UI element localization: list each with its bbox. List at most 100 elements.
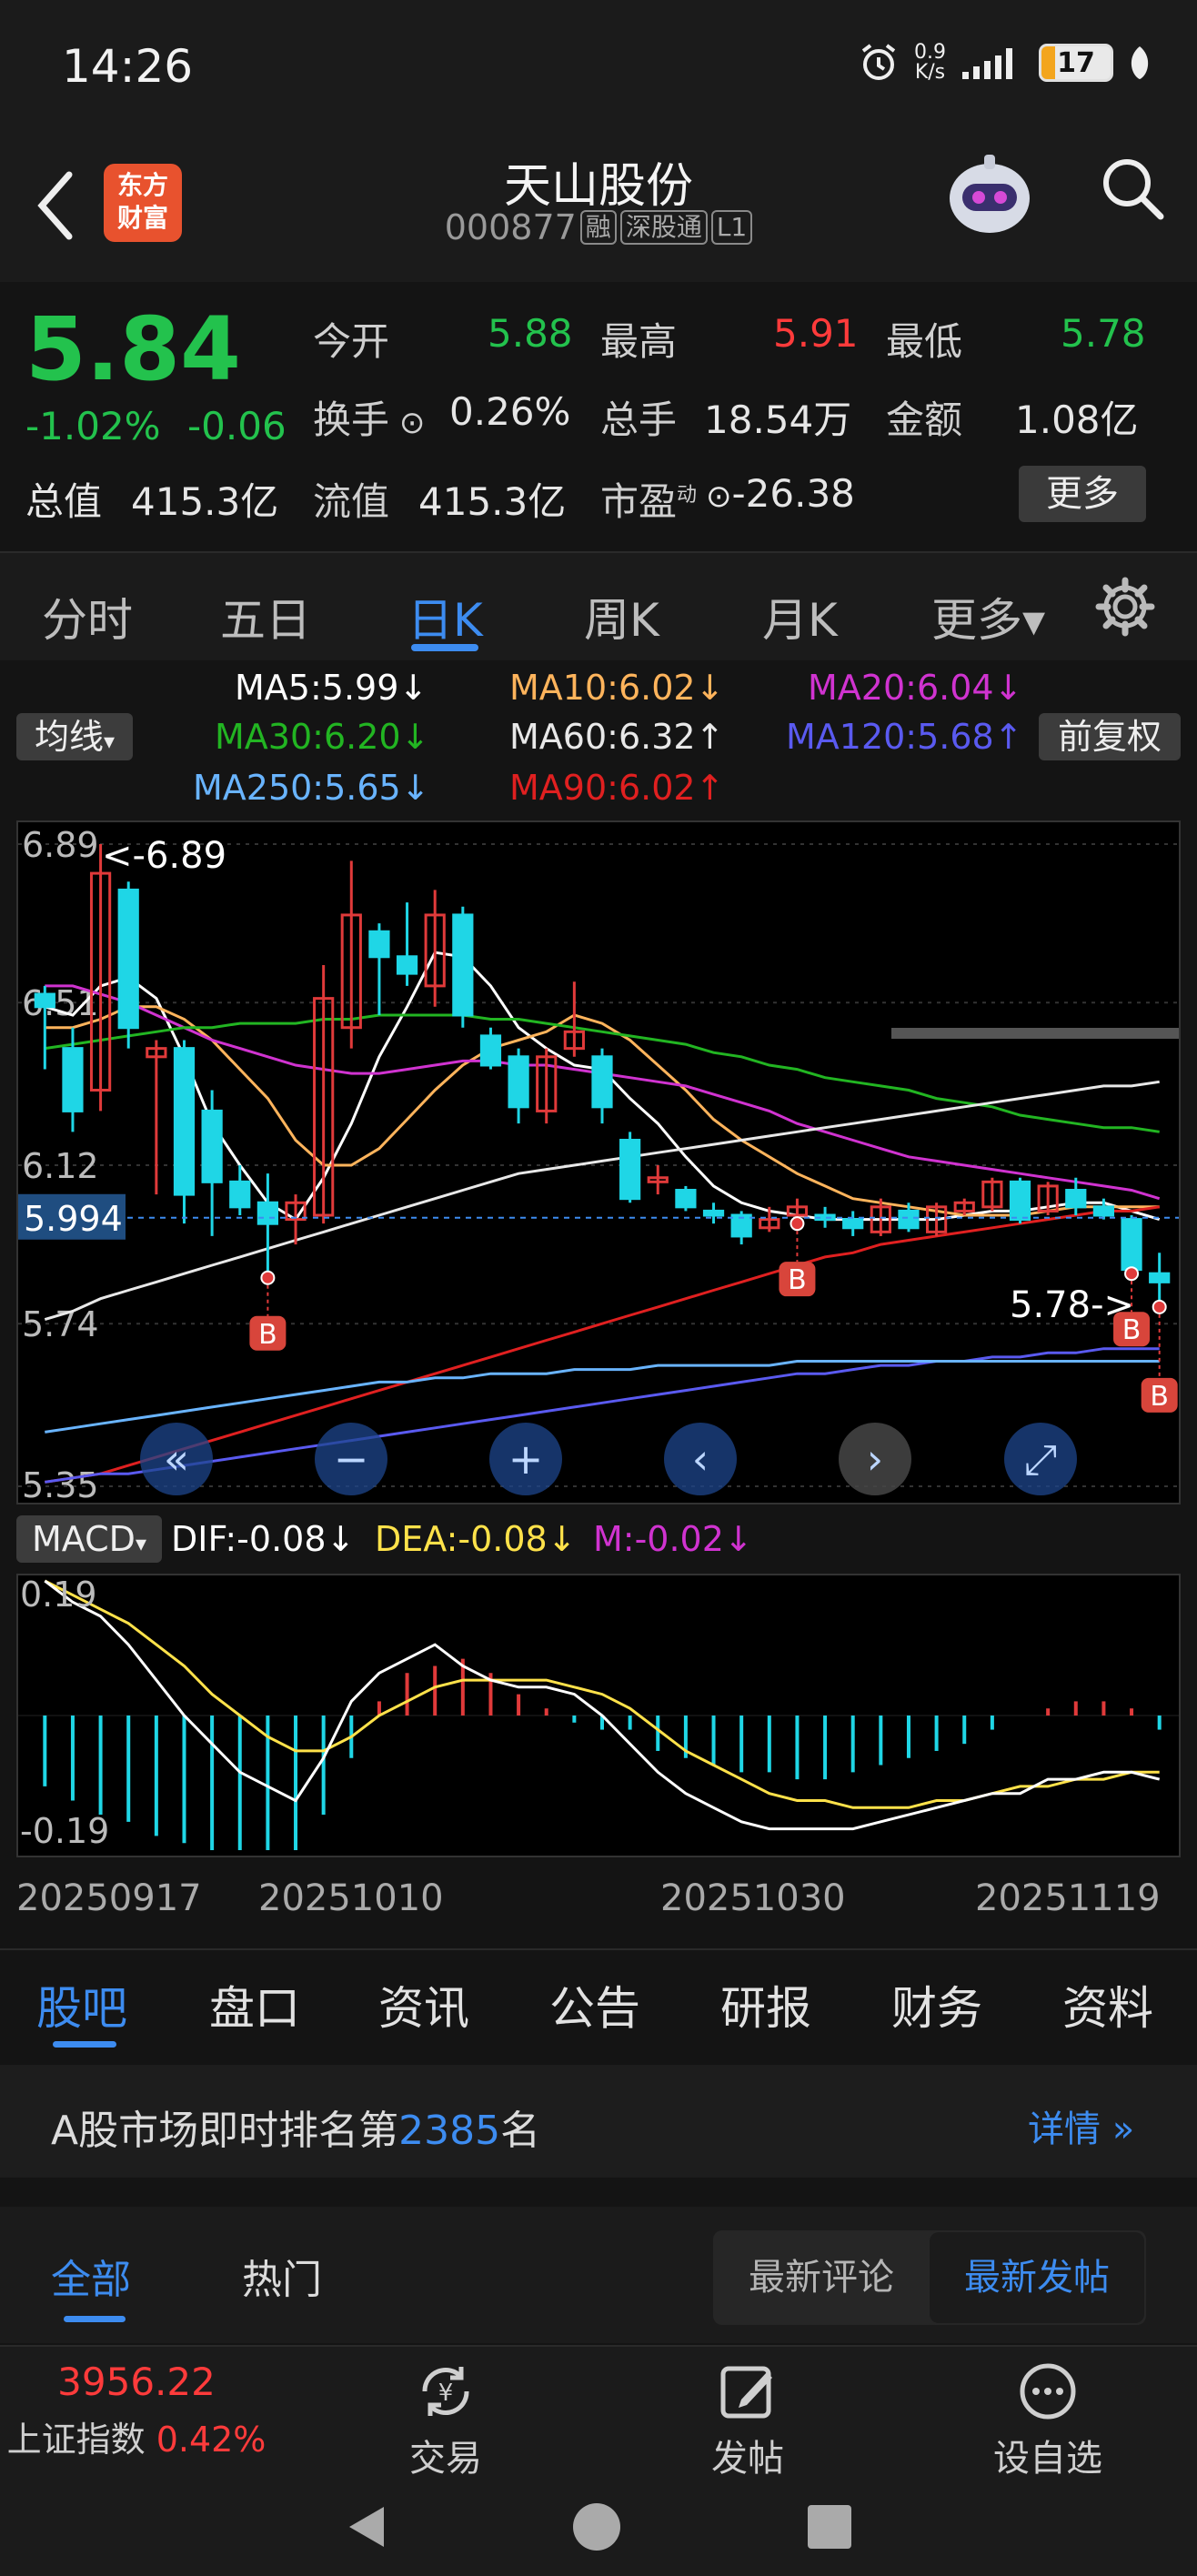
chevron-left-icon-glyph: ‹ (692, 1434, 709, 1484)
tab-profile[interactable]: 资料 (1062, 1972, 1153, 2038)
indicator-select[interactable]: 均线▾ (16, 713, 133, 760)
nav-recent-icon[interactable] (804, 2501, 855, 2552)
market-cap-value: 415.3亿 (131, 479, 279, 524)
rank-bar[interactable]: A股市场即时排名第2385名 详情 » (0, 2065, 1197, 2178)
period-tabs: 分时 五日 日K 周K 月K 更多▾ (0, 551, 1197, 660)
macd-m: M:-0.02↓ (593, 1519, 753, 1559)
turnover-value: 0.26% (449, 389, 571, 434)
buy-marker-letter: B (258, 1319, 277, 1351)
candle-body (508, 1055, 529, 1109)
nav-home-icon[interactable] (569, 2500, 624, 2554)
battery-indicator: 17 (1039, 44, 1113, 82)
candle (89, 844, 112, 1112)
tab-financials[interactable]: 财务 (891, 1972, 982, 2038)
buy-marker-dot (1152, 1299, 1167, 1314)
details-link[interactable]: 详情 » (1028, 2099, 1134, 2152)
candle (591, 1048, 613, 1124)
ma10-value: MA10:6.02↓ (509, 668, 725, 708)
ma-line-ma250 (45, 1360, 1160, 1434)
date-label: 20251119 (975, 1877, 1161, 1919)
candle-body (256, 1201, 278, 1225)
zoom-in-icon[interactable]: + (489, 1423, 562, 1495)
chevron-left-icon[interactable]: ‹ (664, 1423, 737, 1495)
candle (479, 1027, 502, 1070)
tab-orderbook[interactable]: 盘口 (209, 1972, 300, 2038)
tab-announcements[interactable]: 公告 (549, 1972, 640, 2038)
candle (1009, 1177, 1031, 1224)
candle-body (117, 888, 139, 1030)
candle (117, 881, 139, 1049)
macd-svg: 0.19 -0.19 (18, 1575, 1179, 1851)
zoom-out-icon[interactable]: − (315, 1423, 387, 1495)
tab-news[interactable]: 资讯 (378, 1972, 469, 2038)
open-label: 今开 (313, 319, 390, 364)
double-left-icon[interactable]: « (140, 1423, 213, 1495)
high-label: 最高 (600, 319, 678, 364)
candle (396, 902, 418, 986)
tab-five-day[interactable]: 五日 (220, 584, 311, 649)
candle-body (702, 1209, 725, 1217)
candlestick-chart[interactable]: 6.89 6.51 6.12 5.74 5.35 5.994 <-6.89 5.78-> B B B… (16, 820, 1181, 1505)
index-name: 上证指数 0.42% (6, 2420, 267, 2460)
macd-chart[interactable]: 0.19 -0.19 (16, 1574, 1181, 1857)
add-watchlist-button[interactable]: 设自选 (975, 2360, 1121, 2481)
candle-body (368, 930, 390, 959)
gear-icon[interactable] (1093, 575, 1157, 639)
tab-intraday[interactable]: 分时 (42, 584, 133, 649)
ma30-value: MA30:6.20↓ (215, 717, 430, 757)
high-annotation: <-6.89 (102, 835, 226, 877)
trade-button[interactable]: ¥ 交易 (373, 2360, 518, 2481)
macd-legend: MACD▾ DIF:-0.08↓ DEA:-0.08↓ M:-0.02↓ (0, 1510, 1197, 1570)
search-icon[interactable] (1099, 155, 1166, 222)
candle-body (173, 1047, 196, 1196)
ma-line-ma90 (45, 1205, 1160, 1484)
adjust-button[interactable]: 前复权 (1039, 713, 1181, 760)
macd-y-tick-label: 0.19 (20, 1575, 97, 1615)
candle-body (452, 913, 474, 1017)
buy-marker-dot (790, 1216, 805, 1232)
tab-hot[interactable]: 热门 (242, 2247, 322, 2305)
macd-dif: DIF:-0.08↓ (171, 1519, 356, 1559)
candlestick-svg: 6.896.516.125.745.355.994<-6.895.78->BBB… (18, 825, 1179, 1505)
chevron-right-icon[interactable]: › (839, 1423, 911, 1495)
more-button[interactable]: 更多 (1019, 466, 1146, 522)
fullscreen-icon-glyph: ⤢ (1024, 1434, 1058, 1484)
info-icon: ⊙ (389, 405, 426, 441)
tab-research[interactable]: 研报 (720, 1972, 811, 2038)
ma5-value: MA5:5.99↓ (235, 668, 428, 708)
tab-more[interactable]: 更多▾ (931, 584, 1045, 649)
tab-daily-k[interactable]: 日K (407, 584, 483, 649)
post-button[interactable]: 发帖 (675, 2360, 820, 2481)
active-tab-underline (411, 644, 478, 651)
candle (201, 1090, 223, 1236)
candle (424, 890, 446, 1007)
trade-icon: ¥ (422, 2367, 469, 2416)
double-left-icon-glyph: « (164, 1434, 189, 1484)
candle (368, 923, 390, 1015)
market-cap-label: 总值 (25, 479, 103, 524)
tag-margin: 融 (579, 210, 617, 245)
volume-label: 总手 (600, 397, 678, 442)
tab-weekly-k[interactable]: 周K (584, 584, 659, 649)
candle-body (396, 955, 418, 975)
range-band (891, 1028, 1179, 1039)
latest-comments-button[interactable]: 最新评论 (713, 2230, 930, 2325)
tab-forum[interactable]: 股吧 (36, 1972, 127, 2038)
candle (256, 1173, 278, 1278)
turnover-label: 换手 ⊙ (313, 397, 426, 442)
robot-assistant-icon[interactable] (942, 151, 1037, 238)
latest-posts-button[interactable]: 最新发帖 (930, 2232, 1144, 2323)
status-bar: 14:26 0.9 K/s 17 (0, 0, 1197, 136)
tab-monthly-k[interactable]: 月K (762, 584, 838, 649)
pe-value: ⊙-26.38 (706, 471, 855, 516)
macd-select[interactable]: MACD▾ (16, 1515, 162, 1563)
candle-body (34, 992, 55, 1009)
open-value: 5.88 (488, 311, 573, 356)
fullscreen-icon[interactable]: ⤢ (1004, 1423, 1077, 1495)
nav-back-icon[interactable] (340, 2500, 395, 2554)
tab-all[interactable]: 全部 (51, 2247, 131, 2305)
float-cap-label: 流值 (313, 479, 390, 524)
index-ticker[interactable]: 3956.22 上证指数 0.42% (0, 2360, 273, 2461)
dropdown-icon: ▾ (135, 1531, 146, 1556)
ma60-value: MA60:6.32↑ (509, 717, 725, 757)
